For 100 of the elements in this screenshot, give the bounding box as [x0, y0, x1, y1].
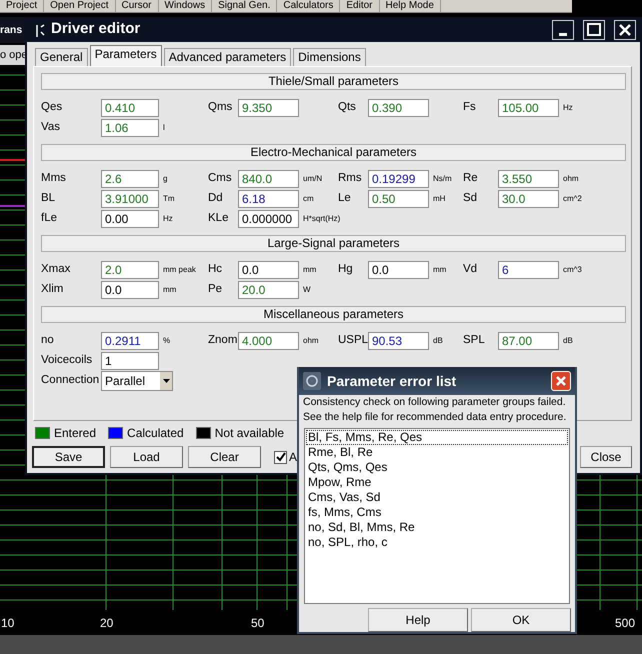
input-field[interactable]: 0.0	[368, 261, 429, 279]
input-field[interactable]: 6	[498, 261, 559, 279]
close-icon	[555, 375, 567, 387]
check-icon	[276, 452, 286, 462]
input-field[interactable]: 4.000	[238, 332, 299, 350]
app-icon	[35, 22, 45, 36]
unit-label: H*sqrt(Hz)	[302, 213, 340, 225]
list-item[interactable]: fs, Mms, Cms	[306, 505, 568, 520]
checkbox-label: A	[289, 449, 298, 466]
input-field[interactable]: 3.91000	[101, 190, 159, 208]
message-text: See the help file for recommended data entry procedure.	[302, 410, 568, 425]
field-label: Znom	[208, 333, 238, 348]
checkbox[interactable]	[274, 450, 287, 464]
legend-label: Not available	[214, 424, 284, 442]
close-button[interactable]: Close	[580, 446, 632, 468]
input-field[interactable]: 0.19299	[368, 170, 429, 188]
menu-item[interactable]: Editor	[340, 0, 380, 12]
menu-item[interactable]: Open Project	[44, 0, 116, 12]
section-header: Large-Signal parameters	[41, 235, 626, 252]
menu-item[interactable]: Help Mode	[380, 0, 441, 12]
input-field[interactable]: 20.0	[238, 281, 299, 299]
legend-label: Entered	[54, 424, 96, 442]
unit-label: mm	[432, 264, 446, 276]
axis-label: 10	[1, 615, 14, 632]
input-field[interactable]: 2.6	[101, 170, 159, 188]
unit-label: um/N	[302, 173, 322, 185]
unit-label: Ns/m	[432, 173, 452, 185]
close-button[interactable]	[614, 20, 636, 40]
field-label: Le	[338, 191, 352, 206]
input-field[interactable]: 0.00	[101, 210, 159, 228]
field-label: Qms	[208, 100, 234, 116]
list-item[interactable]: no, Sd, Bl, Mms, Re	[306, 520, 568, 535]
tab[interactable]: Parameters	[90, 45, 162, 66]
list-item[interactable]: Cms, Vas, Sd	[306, 490, 568, 505]
field-label: Xmax	[41, 262, 72, 278]
button[interactable]: Save	[32, 446, 105, 468]
button[interactable]: Clear	[188, 446, 261, 468]
field-label: Dd	[208, 191, 224, 206]
unit-label: dB	[432, 335, 443, 347]
menu-item[interactable]: Windows	[158, 0, 212, 12]
field-label: SPL	[463, 333, 486, 348]
field-label: BL	[41, 191, 56, 206]
list-item[interactable]: Mpow, Rme	[306, 475, 568, 490]
field-label: USPL	[338, 333, 368, 348]
input-field[interactable]: 2.0	[101, 261, 159, 279]
list-item[interactable]: no, SPL, rho, c	[306, 535, 568, 550]
menu-item[interactable]: Project	[0, 0, 44, 12]
tab[interactable]: General	[35, 48, 88, 66]
unit-label: mm	[162, 284, 176, 296]
input-field[interactable]: 30.0	[498, 190, 559, 208]
axis-label: 20	[100, 615, 114, 632]
input-field[interactable]: 90.53	[368, 332, 429, 350]
input-field[interactable]: 1	[101, 352, 159, 370]
unit-label: Tm	[162, 193, 175, 205]
menu-item[interactable]: Calculators	[277, 0, 340, 12]
dialog-title: Parameter error list	[327, 372, 456, 390]
menu-item[interactable]: Cursor	[116, 0, 159, 12]
unit-label: g	[162, 173, 168, 185]
field-label: Fs	[463, 100, 477, 116]
input-field[interactable]: 6.18	[238, 190, 299, 208]
message-text: Consistency check on following parameter groups failed.	[302, 395, 567, 410]
minimize-button[interactable]	[552, 20, 574, 40]
input-field[interactable]: 3.550	[498, 170, 559, 188]
input-field[interactable]: 0.000000	[238, 210, 299, 228]
unit-label: Hz	[162, 213, 173, 225]
input-field[interactable]: 0.410	[101, 99, 159, 117]
input-field[interactable]: 9.350	[238, 99, 299, 117]
input-field[interactable]: 0.390	[368, 99, 429, 117]
button[interactable]: OK	[471, 608, 571, 632]
field-label: Hg	[338, 262, 354, 278]
input-field[interactable]: 105.00	[498, 99, 559, 117]
list-item[interactable]: Rme, Bl, Re	[306, 445, 568, 460]
input-field[interactable]: 0.2911	[101, 332, 159, 350]
field-label: KLe	[208, 211, 230, 226]
tab[interactable]: Advanced parameters	[164, 48, 292, 66]
input-field[interactable]: 0.0	[101, 281, 159, 299]
app-icon	[303, 372, 321, 390]
list-item[interactable]: Qts, Qms, Qes	[306, 460, 568, 475]
button[interactable]: Help	[368, 608, 468, 632]
tab[interactable]: Dimensions	[293, 48, 366, 66]
close-icon	[618, 22, 632, 36]
unit-label: Hz	[562, 102, 573, 114]
field-label: fLe	[41, 211, 58, 226]
input-field[interactable]: 840.0	[238, 170, 299, 188]
maximize-button[interactable]	[583, 20, 605, 40]
unit-label: W	[302, 284, 311, 296]
input-field[interactable]: 1.06	[101, 119, 159, 137]
field-label: Vd	[463, 262, 478, 278]
window-title: rans	[0, 17, 25, 43]
list-item[interactable]: Bl, Fs, Mms, Re, Qes	[306, 430, 568, 445]
input-field[interactable]: 0.0	[238, 261, 299, 279]
legend-label: Calculated	[127, 424, 184, 442]
menu-item[interactable]: Signal Gen.	[212, 0, 278, 12]
input-field[interactable]: 0.50	[368, 190, 429, 208]
field-label: Xlim	[41, 282, 64, 298]
input-field[interactable]: 87.00	[498, 332, 559, 350]
dropdown[interactable]: Parallel	[101, 371, 173, 391]
axis-label: 500	[615, 615, 636, 632]
field-label: Sd	[463, 191, 478, 206]
button[interactable]: Load	[110, 446, 183, 468]
